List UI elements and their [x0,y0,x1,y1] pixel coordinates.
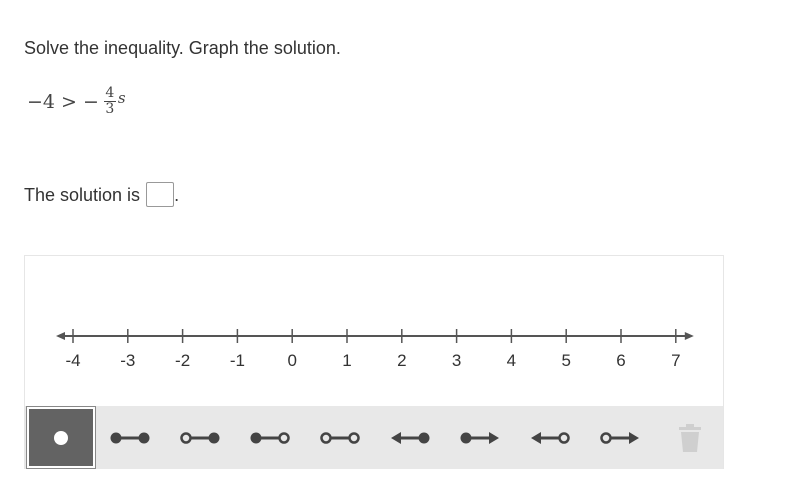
equation-relation: > [61,90,77,113]
right-ray-open-icon [600,431,639,444]
inequality-equation: −4 > − 4 3 s [24,86,126,117]
tick-label: 7 [671,351,680,370]
point-tool[interactable] [26,406,96,469]
solution-line: The solution is . [24,182,180,207]
closed-closed-segment-icon [110,432,150,443]
equation-variable: s [117,88,126,107]
closed-closed-segment-tool[interactable] [95,406,165,469]
trash-icon [679,423,701,452]
equation-lhs: −4 [27,90,56,113]
tick-label: -4 [65,351,80,370]
delete-tool [655,406,725,469]
left-arrow-icon [56,332,65,340]
solution-label: The solution is [24,185,141,205]
right-ray-closed-tool[interactable] [445,406,515,469]
left-ray-open-icon [531,431,570,444]
tick-label: 3 [452,351,461,370]
left-ray-closed-icon [391,431,430,444]
right-ray-open-tool[interactable] [585,406,655,469]
open-closed-segment-icon [180,431,220,444]
tick-label: -3 [120,351,135,370]
number-line[interactable]: -4 -3 -2 -1 0 1 2 3 4 5 6 7 [25,256,723,406]
open-open-segment-icon [320,431,360,444]
closed-open-segment-tool[interactable] [235,406,305,469]
open-closed-segment-tool[interactable] [165,406,235,469]
solution-answer-input[interactable] [146,182,175,207]
tick-label: 4 [507,351,516,370]
fraction-numerator: 4 [105,85,115,101]
solution-period: . [174,185,180,205]
closed-open-segment-icon [250,431,290,444]
tick-label: 6 [616,351,625,370]
left-ray-open-tool[interactable] [515,406,585,469]
graph-panel: -4 -3 -2 -1 0 1 2 3 4 5 6 7 [24,255,724,469]
equation-sign: − [82,90,99,113]
graph-toolbar [25,406,723,469]
tick-label: 0 [287,351,296,370]
tick-label: 5 [561,351,570,370]
right-ray-closed-icon [460,431,499,444]
fraction-denominator: 3 [105,101,115,117]
tick-label: -1 [230,351,245,370]
open-open-segment-tool[interactable] [305,406,375,469]
tick-label: -2 [175,351,190,370]
tick-label: 1 [342,351,351,370]
right-arrow-icon [684,332,694,340]
tick-label: 2 [397,351,406,370]
question-prompt: Solve the inequality. Graph the solution… [24,38,341,58]
left-ray-closed-tool[interactable] [375,406,445,469]
equation-fraction: 4 3 [103,85,116,117]
point-icon [54,430,68,445]
